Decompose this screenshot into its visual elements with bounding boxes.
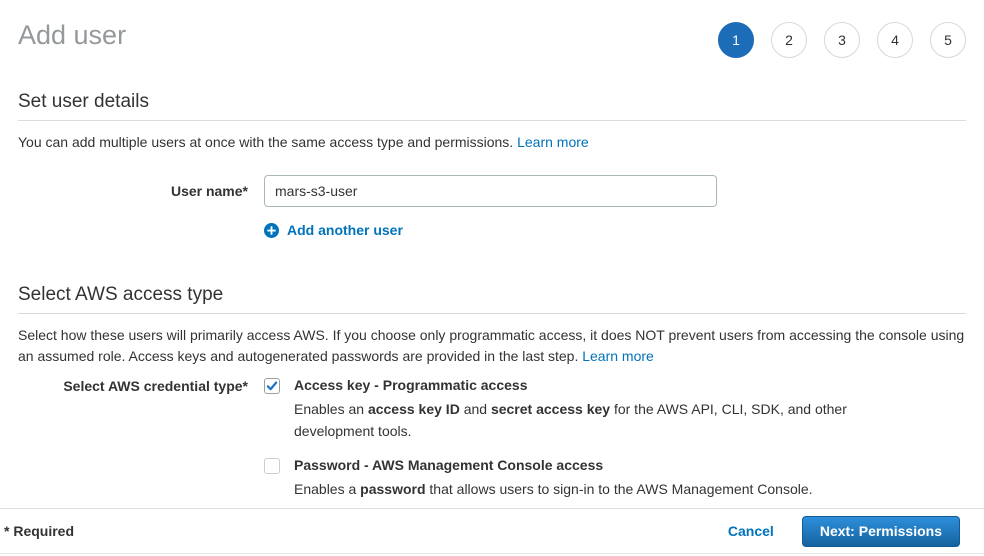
add-another-user[interactable]: Add another user xyxy=(264,222,966,238)
wizard-step-3: 3 xyxy=(824,22,860,58)
wizard-step-4: 4 xyxy=(877,22,913,58)
access-key-option-label: Access key - Programmatic access xyxy=(294,377,850,394)
credential-type-row: Select AWS credential type* Access key -… xyxy=(18,377,966,500)
next-permissions-button[interactable]: Next: Permissions xyxy=(802,516,960,547)
username-row: User name* xyxy=(18,175,966,207)
wizard-step-5: 5 xyxy=(930,22,966,58)
user-details-heading: Set user details xyxy=(18,91,966,113)
wizard-step-2: 2 xyxy=(771,22,807,58)
step-number: 3 xyxy=(838,32,846,48)
required-note: * Required xyxy=(4,523,74,539)
learn-more-link-user-details[interactable]: Learn more xyxy=(517,134,589,150)
access-key-checkbox[interactable] xyxy=(264,378,280,394)
desc-segment-bold: access key ID xyxy=(368,401,460,417)
access-type-intro: Select how these users will primarily ac… xyxy=(18,325,966,367)
step-number: 1 xyxy=(732,32,740,48)
checkmark-icon xyxy=(266,380,278,392)
access-key-option-desc: Enables an access key ID and secret acce… xyxy=(294,398,850,442)
desc-segment-bold: secret access key xyxy=(491,401,610,417)
user-details-intro: You can add multiple users at once with … xyxy=(18,132,966,153)
learn-more-link-access-type[interactable]: Learn more xyxy=(582,348,654,364)
password-option-label: Password - AWS Management Console access xyxy=(294,457,813,474)
page-header: Add user 1 2 3 4 5 xyxy=(0,14,984,58)
intro-text: Select how these users will primarily ac… xyxy=(18,327,964,364)
footer-bar: * Required Cancel Next: Permissions xyxy=(0,508,984,553)
plus-circle-icon xyxy=(264,223,279,238)
access-key-option: Access key - Programmatic access Enables… xyxy=(264,377,850,442)
step-number: 4 xyxy=(891,32,899,48)
access-type-heading: Select AWS access type xyxy=(18,284,966,306)
wizard-step-indicator: 1 2 3 4 5 xyxy=(718,22,966,58)
option-text: Access key - Programmatic access Enables… xyxy=(294,377,850,442)
footer: * Required Cancel Next: Permissions xyxy=(0,508,984,556)
desc-segment: and xyxy=(460,401,491,417)
desc-segment-bold: password xyxy=(360,481,425,497)
section-divider xyxy=(18,313,966,314)
desc-segment: that allows users to sign-in to the AWS … xyxy=(426,481,813,497)
footer-actions: Cancel Next: Permissions xyxy=(728,516,960,547)
step-number: 2 xyxy=(785,32,793,48)
section-divider xyxy=(18,120,966,121)
intro-text: You can add multiple users at once with … xyxy=(18,134,517,150)
desc-segment: Enables a xyxy=(294,481,360,497)
credential-options: Access key - Programmatic access Enables… xyxy=(264,377,850,500)
step-number: 5 xyxy=(944,32,952,48)
password-option-desc: Enables a password that allows users to … xyxy=(294,478,813,500)
add-another-user-link[interactable]: Add another user xyxy=(287,222,403,238)
username-label: User name* xyxy=(18,175,248,207)
add-user-page: Add user 1 2 3 4 5 Set user details You … xyxy=(0,0,984,556)
desc-segment: Enables an xyxy=(294,401,368,417)
wizard-step-1: 1 xyxy=(718,22,754,58)
main-content: Set user details You can add multiple us… xyxy=(0,58,984,500)
cancel-button[interactable]: Cancel xyxy=(728,523,774,539)
credential-type-label: Select AWS credential type* xyxy=(18,377,248,500)
password-checkbox[interactable] xyxy=(264,458,280,474)
page-title: Add user xyxy=(18,18,126,52)
option-text: Password - AWS Management Console access… xyxy=(294,457,813,500)
username-input[interactable] xyxy=(264,175,717,207)
password-option: Password - AWS Management Console access… xyxy=(264,457,850,500)
